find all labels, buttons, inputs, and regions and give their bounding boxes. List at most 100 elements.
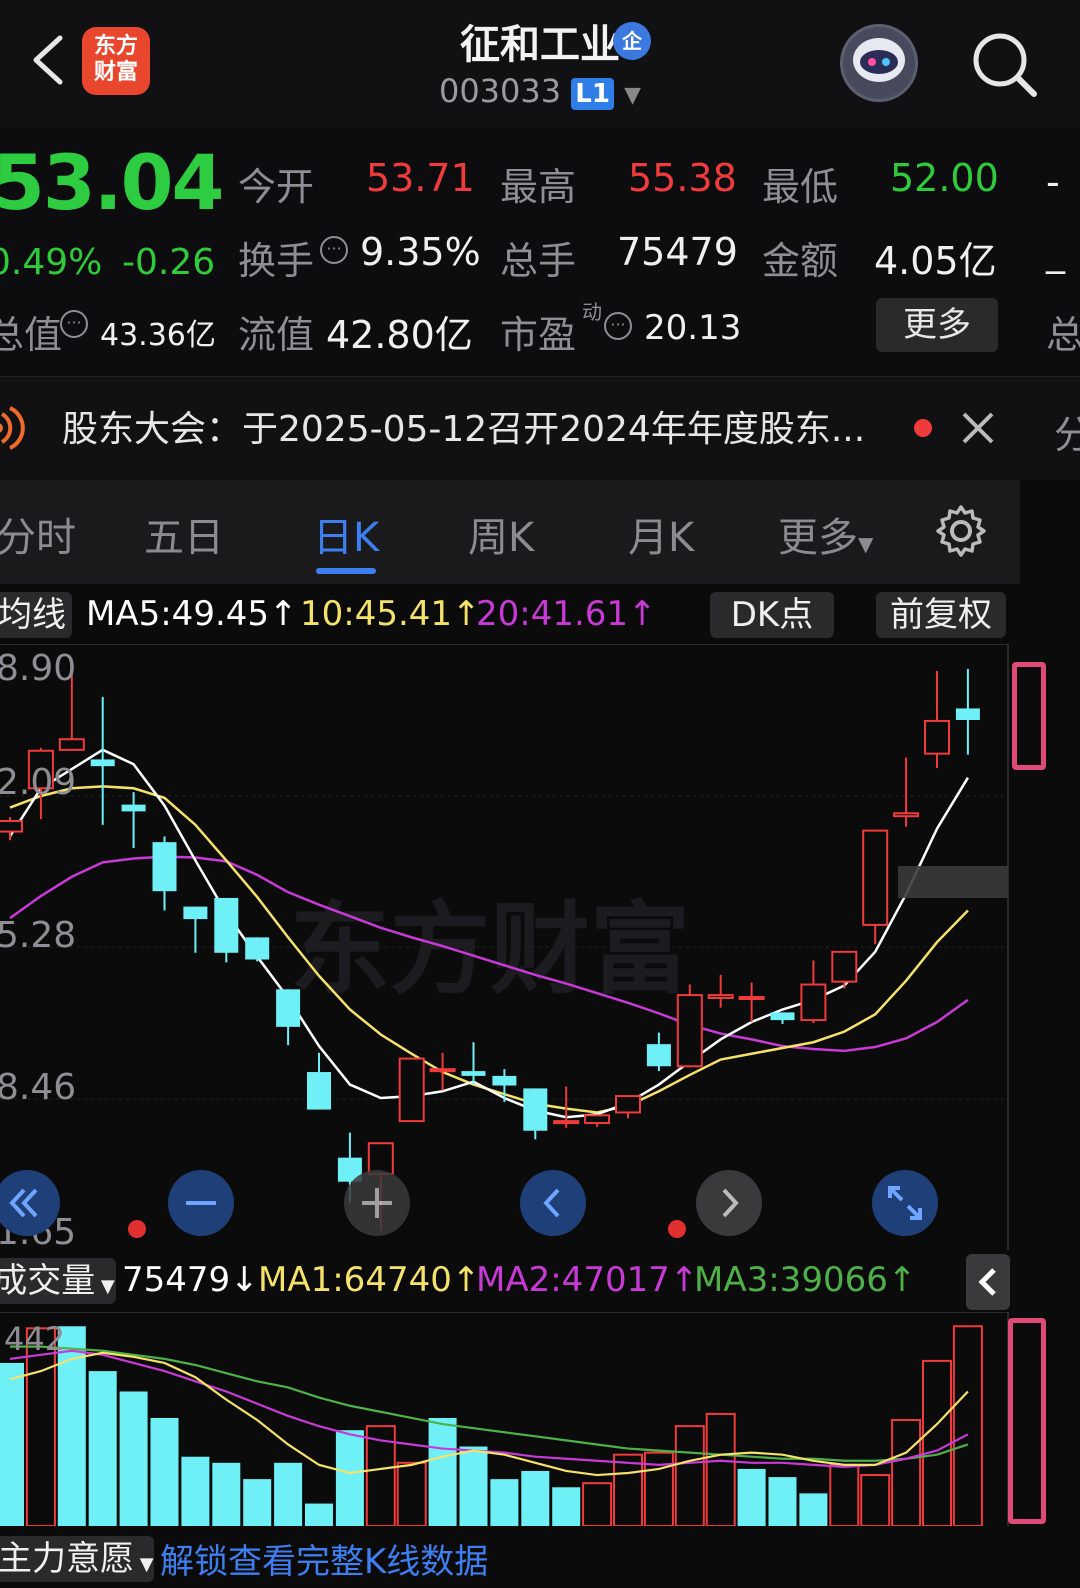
tab-monthly-k[interactable]: 月K bbox=[628, 505, 694, 563]
volume-bar[interactable] bbox=[119, 1391, 148, 1526]
low-label: 最低 bbox=[762, 165, 839, 209]
volume-bar[interactable] bbox=[490, 1479, 519, 1526]
volume-bar[interactable] bbox=[0, 1362, 24, 1526]
volume-bar[interactable] bbox=[952, 1325, 983, 1526]
kline-chart[interactable]: 东方财富 8.90 2.09 5.28 8.46 1.65 bbox=[0, 644, 1010, 1250]
notice-text[interactable]: 股东大会：于2025-05-12召开2024年年度股东... bbox=[62, 400, 865, 452]
collapse-panel-icon[interactable] bbox=[966, 1254, 1010, 1310]
stock-title: 征和工业 bbox=[0, 12, 1080, 70]
volume-bar[interactable] bbox=[335, 1430, 364, 1526]
candle[interactable] bbox=[398, 1057, 425, 1123]
tab-more[interactable]: 更多▼ bbox=[778, 505, 873, 563]
volume-range-bracket bbox=[1008, 1318, 1046, 1524]
volume-chart[interactable]: 442 bbox=[0, 1312, 1010, 1526]
candle[interactable] bbox=[676, 984, 703, 1068]
notice-partial-right: 分 bbox=[1054, 413, 1080, 457]
partial-right-2: _ bbox=[1046, 230, 1065, 274]
tab-weekly-k[interactable]: 周K bbox=[468, 505, 534, 563]
volume-bar[interactable] bbox=[150, 1417, 179, 1526]
volume-bar[interactable] bbox=[305, 1503, 333, 1526]
volume-bar[interactable] bbox=[768, 1477, 797, 1526]
event-dot[interactable] bbox=[128, 1220, 146, 1238]
volume-bar[interactable] bbox=[521, 1470, 550, 1526]
volume-bar[interactable] bbox=[613, 1453, 643, 1526]
scroll-left-icon[interactable] bbox=[520, 1170, 586, 1236]
volume-bar[interactable] bbox=[829, 1463, 860, 1526]
pe-label: 市盈 bbox=[500, 313, 577, 357]
volume-bar[interactable] bbox=[396, 1461, 427, 1526]
candle[interactable] bbox=[245, 937, 270, 962]
dk-point-button[interactable]: DK点 bbox=[710, 592, 834, 638]
open-label: 今开 bbox=[238, 165, 315, 209]
scroll-right-icon[interactable] bbox=[696, 1170, 762, 1236]
info-icon[interactable]: ··· bbox=[60, 310, 88, 338]
volume-bar[interactable] bbox=[552, 1487, 581, 1526]
volume-bar[interactable] bbox=[891, 1419, 922, 1526]
more-quote-button[interactable]: 更多 bbox=[876, 298, 998, 352]
volume-bar[interactable] bbox=[860, 1474, 891, 1526]
volume-bar[interactable] bbox=[428, 1417, 457, 1526]
pe-value: 20.13 bbox=[644, 308, 742, 348]
volume-bar[interactable] bbox=[212, 1462, 241, 1526]
volume-bar[interactable] bbox=[88, 1371, 117, 1526]
volume-header: 成交量 ▼ 75479↓ MA1:64740↑ MA2:47017↑ MA3:3… bbox=[0, 1254, 1010, 1308]
adjust-button[interactable]: 前复权 bbox=[876, 592, 1006, 638]
change-abs: -0.26 bbox=[122, 242, 216, 283]
vol-ma3: MA3:39066↑ bbox=[694, 1260, 917, 1300]
volume-bar[interactable] bbox=[582, 1482, 613, 1526]
stock-code-row[interactable]: 003033 L1 ▼ bbox=[0, 72, 1080, 110]
volume-bar[interactable] bbox=[799, 1493, 828, 1526]
dk-point-label: DK点 bbox=[730, 595, 814, 635]
volume-bar[interactable] bbox=[181, 1456, 210, 1526]
search-icon[interactable] bbox=[966, 26, 1042, 102]
indicator-label: 主力意愿 bbox=[0, 1539, 134, 1579]
zoom-out-icon[interactable] bbox=[168, 1170, 234, 1236]
volume-label: 总手 bbox=[500, 239, 577, 283]
high-value: 55.38 bbox=[628, 156, 737, 200]
turnover-value: 9.35% bbox=[360, 230, 481, 274]
ma10-value: 10:45.41↑ bbox=[300, 594, 481, 634]
volume-bar[interactable] bbox=[674, 1425, 705, 1526]
fullscreen-icon[interactable] bbox=[872, 1170, 938, 1236]
info-icon[interactable]: ··· bbox=[320, 236, 348, 264]
dropdown-icon: ▼ bbox=[134, 1554, 154, 1575]
volume-bar[interactable] bbox=[274, 1462, 303, 1526]
turnover-label: 换手 bbox=[238, 239, 315, 283]
indicator-selector[interactable]: 主力意愿 ▼ bbox=[0, 1536, 154, 1582]
ma-type-selector[interactable]: 均线 bbox=[0, 592, 72, 638]
volume-type-selector[interactable]: 成交量 ▼ bbox=[0, 1258, 116, 1304]
volume-bar[interactable] bbox=[922, 1359, 952, 1526]
ma5-value: MA5:49.45↑ bbox=[86, 594, 298, 634]
dropdown-icon: ▼ bbox=[858, 532, 874, 556]
volume-type-label: 成交量 bbox=[0, 1261, 96, 1301]
volume-bar[interactable] bbox=[459, 1446, 488, 1526]
vol-ma2: MA2:47017↑ bbox=[476, 1260, 699, 1300]
tab-five-day[interactable]: 五日 bbox=[144, 505, 224, 563]
price-range-bracket bbox=[1012, 662, 1046, 770]
zoom-in-icon[interactable] bbox=[344, 1170, 410, 1236]
rewind-icon[interactable] bbox=[0, 1170, 60, 1236]
info-icon[interactable]: ··· bbox=[604, 312, 632, 340]
robot-assistant-icon[interactable] bbox=[840, 24, 918, 102]
ma20-value: 20:41.61↑ bbox=[476, 594, 657, 634]
vol-ma1: MA1:64740↑ bbox=[258, 1260, 481, 1300]
total-mv-value: 43.36亿 bbox=[100, 318, 216, 353]
current-price: 53.04 bbox=[0, 138, 224, 227]
level-badge: L1 bbox=[571, 78, 614, 110]
settings-gear-icon[interactable] bbox=[934, 504, 988, 558]
price-axis-label: 8.90 bbox=[0, 648, 76, 689]
volume-bar[interactable] bbox=[737, 1468, 766, 1526]
stock-name: 征和工业 bbox=[460, 22, 620, 68]
candle[interactable] bbox=[214, 897, 239, 963]
unlock-kline-link[interactable]: 解锁查看完整K线数据 bbox=[160, 1534, 488, 1583]
close-icon[interactable] bbox=[958, 408, 998, 448]
tab-intraday[interactable]: 分时 bbox=[0, 505, 76, 563]
volume-bar[interactable] bbox=[705, 1412, 736, 1526]
open-value: 53.71 bbox=[366, 156, 475, 200]
change-pct: 0.49% bbox=[0, 242, 103, 283]
volume-value: 75479↓ bbox=[122, 1260, 259, 1300]
volume-bar[interactable] bbox=[243, 1479, 272, 1526]
volume-axis-label: 442 bbox=[4, 1320, 65, 1358]
event-dot[interactable] bbox=[668, 1220, 686, 1238]
tab-daily-k[interactable]: 日K bbox=[313, 505, 379, 563]
